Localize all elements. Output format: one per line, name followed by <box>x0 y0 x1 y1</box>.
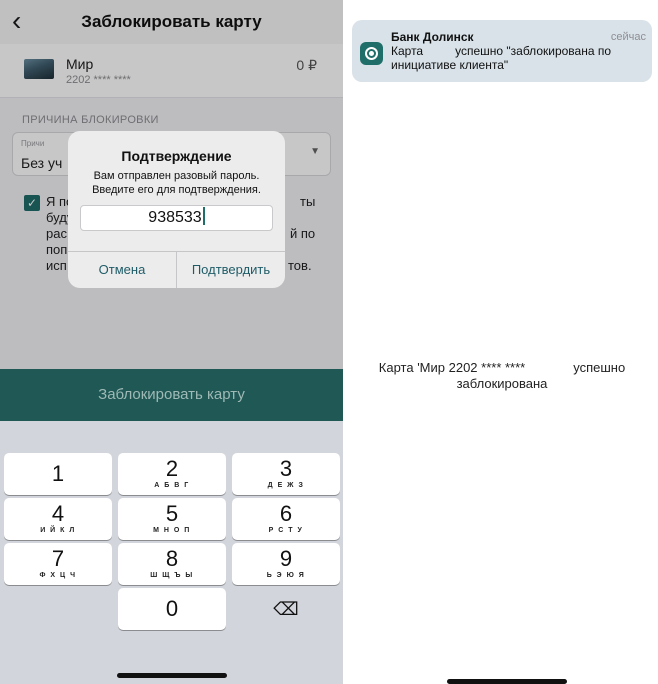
key-digit: 9 <box>279 546 293 571</box>
key-7[interactable]: 7 Ф Х Ц Ч <box>4 543 112 585</box>
dialog-message: Вам отправлен разовый пароль. Введите ег… <box>92 170 261 196</box>
key-8[interactable]: 8 Ш Щ Ъ Ы <box>118 543 226 585</box>
keyboard-toolbar-gap <box>0 421 343 451</box>
key-digit: 6 <box>279 501 293 526</box>
key-3[interactable]: 3 Д Е Ж З <box>232 453 340 495</box>
notification-body: Карта успешно "заблокирована по инициатив… <box>391 44 647 72</box>
key-1[interactable]: 1 <box>4 453 112 495</box>
home-indicator[interactable] <box>117 673 227 678</box>
result-message: Карта 'Мир 2202 **** **** успешно заблоки… <box>351 360 653 392</box>
key-digit: 8 <box>165 546 179 571</box>
key-0[interactable]: 0 <box>118 588 226 630</box>
key-letters: А Б В Г <box>154 482 190 489</box>
key-digit: 3 <box>279 456 293 481</box>
key-digit: 7 <box>51 546 65 571</box>
block-card-screen: ‹ Заблокировать карту Мир 2202 **** ****… <box>0 0 343 684</box>
key-2[interactable]: 2 А Б В Г <box>118 453 226 495</box>
result-part1: Карта 'Мир 2202 **** **** <box>378 360 526 375</box>
key-9[interactable]: 9 Ь Э Ю Я <box>232 543 340 585</box>
block-card-button[interactable]: Заблокировать карту <box>0 369 343 421</box>
confirmation-dialog: Подтверждение Вам отправлен разовый паро… <box>68 131 285 288</box>
notification-app-name: Банк Долинск <box>391 30 474 44</box>
key-letters: И Й К Л <box>40 527 76 534</box>
key-4[interactable]: 4 И Й К Л <box>4 498 112 540</box>
dialog-title: Подтверждение <box>121 148 232 164</box>
key-letters: Ф Х Ц Ч <box>39 572 77 579</box>
key-letters: М Н О П <box>153 527 191 534</box>
confirm-button[interactable]: Подтвердить <box>177 252 285 288</box>
home-indicator[interactable] <box>447 679 567 684</box>
key-letters: Ь Э Ю Я <box>266 572 306 579</box>
key-letters: Д Е Ж З <box>267 482 305 489</box>
result-screen: Банк Долинск сейчас Карта успешно "заблок… <box>343 0 658 684</box>
key-digit: 0 <box>165 596 179 621</box>
key-digit: 5 <box>165 501 179 526</box>
bank-app-icon <box>360 42 383 65</box>
text-caret <box>202 207 205 225</box>
app-icon-dot <box>369 51 374 56</box>
key-digit: 2 <box>165 456 179 481</box>
screenshot-pair: ‹ Заблокировать карту Мир 2202 **** ****… <box>0 0 658 684</box>
key-letters: Ш Щ Ъ Ы <box>150 572 194 579</box>
key-5[interactable]: 5 М Н О П <box>118 498 226 540</box>
otp-value: 938533 <box>148 209 202 226</box>
notification-time: сейчас <box>610 31 646 43</box>
key-letters: Р С Т У <box>268 527 304 534</box>
key-6[interactable]: 6 Р С Т У <box>232 498 340 540</box>
notification-body-start: Карта <box>391 44 424 58</box>
cancel-button[interactable]: Отмена <box>68 252 176 288</box>
key-digit: 4 <box>51 501 65 526</box>
key-digit: 1 <box>51 461 65 486</box>
backspace-icon[interactable]: ⌫ <box>232 588 340 630</box>
push-notification[interactable]: Банк Долинск сейчас Карта успешно "заблок… <box>352 20 652 82</box>
notification-body-end: успешно "заблокирована по инициативе кли… <box>391 44 612 72</box>
otp-input[interactable]: 938533 <box>80 205 273 231</box>
